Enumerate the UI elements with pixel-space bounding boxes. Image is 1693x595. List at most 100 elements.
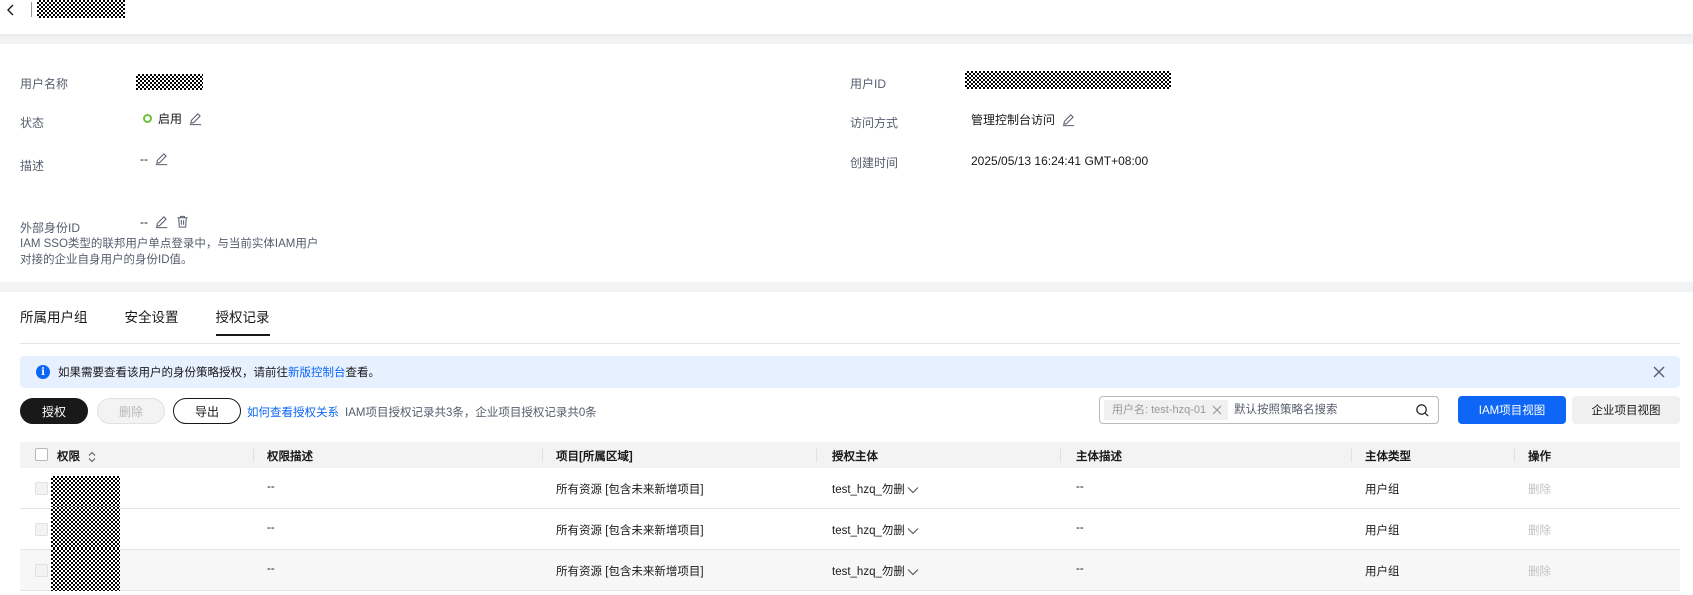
external-id-text: -- xyxy=(140,214,148,229)
authorization-table: 权限 权限描述 项目[所属区域] 授权主体 主体描述 主体类型 操作 -- 所有… xyxy=(20,442,1680,591)
back-arrow-icon[interactable] xyxy=(4,2,18,18)
tabs-divider xyxy=(20,343,1680,344)
delete-button[interactable]: 删除 xyxy=(97,398,165,424)
howto-link[interactable]: 如何查看授权关系 xyxy=(247,404,339,420)
row-principal-type: 用户组 xyxy=(1365,566,1400,578)
status-enabled-icon xyxy=(143,114,152,123)
export-button[interactable]: 导出 xyxy=(173,398,241,424)
page-header xyxy=(0,0,1693,34)
table-header: 权限 权限描述 项目[所属区域] 授权主体 主体描述 主体类型 操作 xyxy=(20,442,1680,468)
row-principal-type: 用户组 xyxy=(1365,484,1400,496)
col-permission: 权限 xyxy=(57,448,97,464)
row-principal-desc: -- xyxy=(1076,522,1084,534)
status-text: 启用 xyxy=(158,112,183,126)
created-label: 创建时间 xyxy=(850,156,899,170)
col-separator xyxy=(1351,448,1352,462)
row-delete-action[interactable]: 删除 xyxy=(1528,522,1551,538)
col-permission-desc: 权限描述 xyxy=(267,451,313,463)
access-label: 访问方式 xyxy=(850,116,899,130)
description-text: -- xyxy=(140,151,148,166)
hint-line-2: 对接的企业自身用户的身份ID值。 xyxy=(20,254,193,266)
record-count: IAM项目授权记录共3条，企业项目授权记录共0条 xyxy=(345,407,597,419)
row-principal-desc: -- xyxy=(1076,481,1084,493)
table-row: -- 所有资源 [包含未来新增项目] test_hzq_勿删 -- 用户组 删除 xyxy=(20,507,1680,550)
row-permission-desc: -- xyxy=(267,563,275,575)
new-console-link[interactable]: 新版控制台 xyxy=(288,364,346,380)
username-label: 用户名称 xyxy=(20,77,69,91)
row-principal[interactable]: test_hzq_勿删 xyxy=(832,522,919,538)
userid-label: 用户ID xyxy=(850,77,887,91)
col-separator xyxy=(1514,448,1515,462)
description-label: 描述 xyxy=(20,159,45,173)
table-row: -- 所有资源 [包含未来新增项目] test_hzq_勿删 -- 用户组 删除 xyxy=(20,468,1680,519)
toolbar: 授权 删除 导出 如何查看授权关系 IAM项目授权记录共3条，企业项目授权记录共… xyxy=(20,396,1680,426)
select-all-checkbox[interactable] xyxy=(35,448,48,461)
authorization-card: 所属用户组 安全设置 授权记录 i 如果需要查看该用户的身份策略授权，请前往 新… xyxy=(0,292,1693,595)
iam-project-view-button[interactable]: IAM项目视图 xyxy=(1458,396,1566,424)
grant-button[interactable]: 授权 xyxy=(20,398,88,424)
info-alert: i 如果需要查看该用户的身份策略授权，请前往 新版控制台 查看。 xyxy=(20,356,1680,388)
username-value-redacted xyxy=(136,74,203,90)
col-separator xyxy=(253,448,254,462)
row-project: 所有资源 [包含未来新增项目] xyxy=(556,566,704,578)
col-actions: 操作 xyxy=(1528,451,1551,463)
edit-description-icon[interactable] xyxy=(154,151,169,166)
external-id-label: 外部身份ID xyxy=(20,221,81,235)
row-project: 所有资源 [包含未来新增项目] xyxy=(556,484,704,496)
userid-value-redacted xyxy=(965,71,1171,89)
tab-security-settings[interactable]: 安全设置 xyxy=(125,306,179,336)
col-principal-desc: 主体描述 xyxy=(1076,451,1122,463)
search-icon[interactable] xyxy=(1415,403,1430,418)
search-input[interactable] xyxy=(1234,401,1404,419)
remove-filter-icon[interactable] xyxy=(1212,405,1222,415)
user-info-card: 用户名称 用户ID 状态 启用 访问方式 管理控制台访问 描述 -- 创建时间 … xyxy=(0,44,1693,282)
tab-bar: 所属用户组 安全设置 授权记录 xyxy=(20,306,270,336)
sort-icon[interactable] xyxy=(87,450,97,464)
col-project: 项目[所属区域] xyxy=(556,451,633,463)
chevron-down-icon[interactable] xyxy=(907,485,919,495)
row-principal-desc: -- xyxy=(1076,563,1084,575)
permission-name-redacted xyxy=(51,548,120,591)
permission-name-redacted xyxy=(51,507,120,550)
row-checkbox[interactable] xyxy=(35,482,48,495)
row-principal-type: 用户组 xyxy=(1365,525,1400,537)
row-project: 所有资源 [包含未来新增项目] xyxy=(556,525,704,537)
edit-status-icon[interactable] xyxy=(188,111,203,126)
status-value: 启用 xyxy=(143,110,203,127)
row-checkbox[interactable] xyxy=(35,523,48,536)
row-delete-action[interactable]: 删除 xyxy=(1528,481,1551,497)
chevron-down-icon[interactable] xyxy=(907,526,919,536)
table-row: -- 所有资源 [包含未来新增项目] test_hzq_勿删 -- 用户组 删除 xyxy=(20,548,1680,591)
row-delete-action[interactable]: 删除 xyxy=(1528,563,1551,579)
search-filter-tag-text: 用户名: test-hzq-01 xyxy=(1112,404,1207,416)
header-divider xyxy=(31,2,32,17)
enterprise-project-view-button[interactable]: 企业项目视图 xyxy=(1572,396,1680,424)
edit-access-icon[interactable] xyxy=(1061,112,1076,127)
external-id-hint: IAM SSO类型的联邦用户单点登录中，与当前实体IAM用户 对接的企业自身用户… xyxy=(20,236,320,268)
status-label: 状态 xyxy=(20,116,45,130)
close-icon[interactable] xyxy=(1652,365,1666,379)
tab-user-groups[interactable]: 所属用户组 xyxy=(20,306,88,336)
search-filter-tag[interactable]: 用户名: test-hzq-01 xyxy=(1104,400,1229,420)
row-principal-text: test_hzq_勿删 xyxy=(832,566,905,578)
description-value: -- xyxy=(140,151,169,166)
col-separator xyxy=(816,448,817,462)
row-permission-desc: -- xyxy=(267,522,275,534)
row-checkbox[interactable] xyxy=(35,564,48,577)
edit-external-id-icon[interactable] xyxy=(154,214,169,229)
external-id-value: -- xyxy=(140,214,190,229)
page-title-redacted xyxy=(37,0,125,18)
row-permission-desc: -- xyxy=(267,481,275,493)
col-permission-label: 权限 xyxy=(57,451,80,463)
row-principal[interactable]: test_hzq_勿删 xyxy=(832,563,919,579)
tab-authorization-records[interactable]: 授权记录 xyxy=(215,306,270,336)
search-box[interactable]: 用户名: test-hzq-01 xyxy=(1099,396,1439,424)
access-value: 管理控制台访问 xyxy=(971,111,1076,128)
row-principal[interactable]: test_hzq_勿删 xyxy=(832,481,919,497)
col-principal: 授权主体 xyxy=(832,451,878,463)
col-separator xyxy=(1060,448,1061,462)
created-value: 2025/05/13 16:24:41 GMT+08:00 xyxy=(971,154,1149,168)
chevron-down-icon[interactable] xyxy=(907,567,919,577)
alert-text-before: 如果需要查看该用户的身份策略授权，请前往 xyxy=(58,367,288,379)
delete-external-id-icon[interactable] xyxy=(175,214,190,229)
